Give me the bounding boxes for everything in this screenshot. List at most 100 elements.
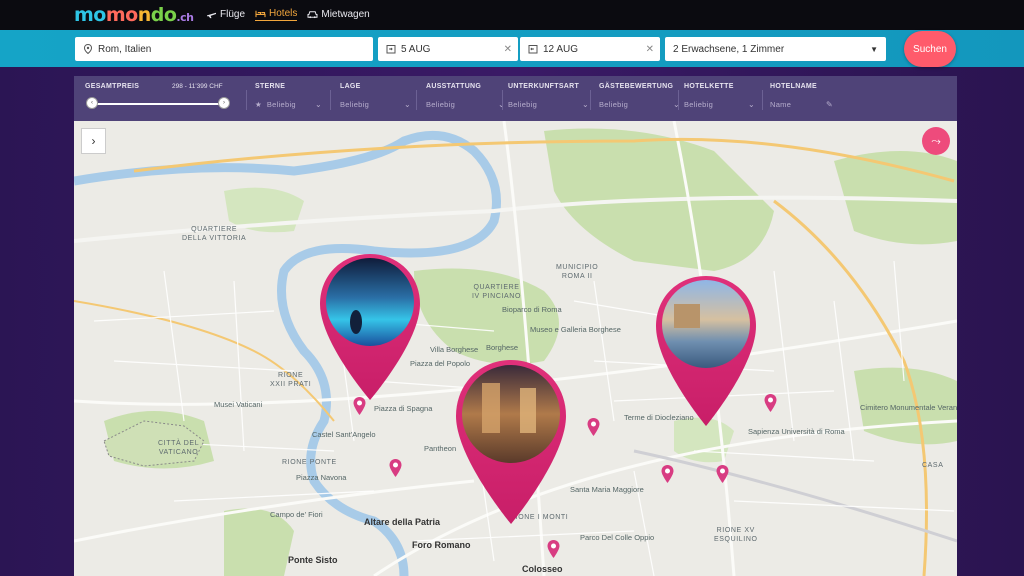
star-icon: ★ xyxy=(255,100,263,109)
price-slider-max-handle[interactable]: › xyxy=(218,97,230,109)
map-marker-icon[interactable] xyxy=(716,465,729,483)
poi-label: Santa Maria Maggiore xyxy=(570,485,644,494)
calendar-in-icon xyxy=(386,45,396,54)
filter-stars-label: Sterne xyxy=(255,83,286,90)
filter-bar: Gesamtpreis 298 - 11'399 CHF Sterne ★ Be… xyxy=(74,76,957,121)
filter-stars[interactable]: Sterne ★ Beliebig ⌄ xyxy=(255,83,322,109)
poi-label: Castel Sant'Angelo xyxy=(312,430,376,439)
checkout-field[interactable]: 12 AUG ✕ xyxy=(520,37,660,61)
guests-value: 2 Erwachsene, 1 Zimmer xyxy=(673,43,785,55)
poi-label: Bioparco di Roma xyxy=(502,305,562,314)
checkout-value: 12 AUG xyxy=(543,43,579,55)
divider xyxy=(416,90,417,110)
hotel-pin-street-icon xyxy=(456,360,566,524)
price-slider-track[interactable] xyxy=(92,103,225,105)
area-label: Municipio Roma II xyxy=(556,264,599,280)
poi-label: Borghese xyxy=(486,343,519,352)
checkin-value: 5 AUG xyxy=(401,43,431,55)
price-range-value: 298 - 11'399 CHF xyxy=(172,83,223,90)
filter-guest-rating[interactable]: Gästebewertung Beliebig ⌄ xyxy=(599,83,680,109)
map-marker-icon[interactable] xyxy=(661,465,674,483)
plane-icon xyxy=(207,12,216,19)
poi-label: Musei Vaticani xyxy=(214,400,263,409)
area-label: Rione Ponte xyxy=(282,459,337,466)
destination-value: Rom, Italien xyxy=(98,43,152,55)
search-bar: Rom, Italien 5 AUG ✕ 12 AUG ✕ 2 Erwachse… xyxy=(0,30,1024,67)
map-menu-button[interactable]: ⤳ xyxy=(922,127,950,155)
logo-part: mo xyxy=(74,4,106,26)
filter-amenities-value: Beliebig xyxy=(426,100,456,109)
tab-flights[interactable]: Flüge xyxy=(206,8,245,21)
pencil-icon: ✎ xyxy=(826,100,834,109)
area-label: Rione XV Esquilino xyxy=(714,527,758,543)
tab-flights-label: Flüge xyxy=(220,9,246,20)
clear-checkout-icon[interactable]: ✕ xyxy=(646,44,654,55)
filter-hotel-name-label: Hotelname xyxy=(770,83,818,90)
filter-price[interactable]: Gesamtpreis xyxy=(85,83,139,90)
route-icon: ⤳ xyxy=(931,133,941,148)
chevron-down-icon: ▼ xyxy=(870,44,878,54)
logo-part: mo xyxy=(105,4,138,26)
divider xyxy=(246,90,247,110)
poi-label: Ponte Sisto xyxy=(288,555,338,565)
hotel-pin[interactable] xyxy=(316,252,424,402)
clear-checkin-icon[interactable]: ✕ xyxy=(504,44,512,55)
chevron-down-icon: ⌄ xyxy=(582,100,590,109)
logo-part: do xyxy=(150,4,177,26)
hotel-pin-rooftop-pool-icon xyxy=(656,276,756,426)
bed-icon xyxy=(255,10,266,18)
divider xyxy=(330,90,331,110)
product-tabs: Flüge Hotels Mietwagen xyxy=(206,8,370,21)
guests-select[interactable]: 2 Erwachsene, 1 Zimmer ▼ xyxy=(665,37,886,61)
filter-property-type-label: Unterkunftsart xyxy=(508,83,580,90)
filter-amenities[interactable]: Ausstattung Beliebig ⌄ xyxy=(426,83,505,109)
area-label: Quartiere Della Vittoria xyxy=(182,226,247,242)
filter-property-type[interactable]: Unterkunftsart Beliebig ⌄ xyxy=(508,83,589,109)
filter-hotel-chain[interactable]: Hotelkette Beliebig ⌄ xyxy=(684,83,755,109)
map-marker-icon[interactable] xyxy=(389,459,402,477)
hotel-pin[interactable] xyxy=(452,358,570,526)
chevron-down-icon: ⌄ xyxy=(404,100,412,109)
momondo-logo[interactable]: momondo.ch xyxy=(74,4,194,26)
filter-location[interactable]: Lage Beliebig ⌄ xyxy=(340,83,411,109)
area-label: Quartiere IV Pinciano xyxy=(472,284,521,300)
poi-label: Piazza di Spagna xyxy=(374,404,433,413)
divider xyxy=(762,90,763,110)
tab-car-rental[interactable]: Mietwagen xyxy=(307,8,370,21)
tab-hotels[interactable]: Hotels xyxy=(255,8,298,21)
map-view[interactable]: Quartiere Della Vittoria Municipio Roma II… xyxy=(74,121,957,576)
map-marker-icon[interactable] xyxy=(547,540,560,558)
logo-part: n xyxy=(137,4,152,26)
poi-label: Foro Romano xyxy=(412,540,471,550)
poi-label: Colosseo xyxy=(522,564,563,574)
map-marker-icon[interactable] xyxy=(764,394,777,412)
search-button[interactable]: Suchen xyxy=(904,31,956,67)
filter-location-label: Lage xyxy=(340,83,361,90)
poi-label: Villa Borghese xyxy=(430,345,479,354)
chevron-right-icon: › xyxy=(91,134,96,148)
poi-label: Sapienza Università di Roma xyxy=(748,427,845,436)
divider xyxy=(502,90,503,110)
area-label: Casa xyxy=(922,462,944,469)
expand-list-button[interactable]: › xyxy=(81,128,106,154)
filter-guest-rating-value: Beliebig xyxy=(599,100,629,109)
location-pin-icon xyxy=(83,44,93,54)
filter-hotel-chain-label: Hotelkette xyxy=(684,83,734,90)
filter-hotel-chain-value: Beliebig xyxy=(684,100,714,109)
area-label: Rione XXII Prati xyxy=(270,372,312,388)
poi-label: Campo de' Fiori xyxy=(270,510,323,519)
hotel-pin[interactable] xyxy=(652,274,760,429)
price-slider-min-handle[interactable]: ‹ xyxy=(86,97,98,109)
map-marker-icon[interactable] xyxy=(587,418,600,436)
area-label: Città del Vaticano xyxy=(158,440,200,456)
tab-hotels-label: Hotels xyxy=(269,8,298,19)
divider xyxy=(590,90,591,110)
chevron-down-icon: ⌄ xyxy=(315,100,323,109)
poi-label: Altare della Patria xyxy=(364,517,441,527)
checkin-field[interactable]: 5 AUG ✕ xyxy=(378,37,518,61)
logo-suffix: .ch xyxy=(176,11,194,24)
filter-hotel-name[interactable]: Hotelname Name ✎ xyxy=(770,83,833,109)
filter-stars-value: ★ Beliebig xyxy=(255,100,296,109)
hotel-pin-pool-icon xyxy=(320,254,420,400)
destination-field[interactable]: Rom, Italien xyxy=(75,37,373,61)
